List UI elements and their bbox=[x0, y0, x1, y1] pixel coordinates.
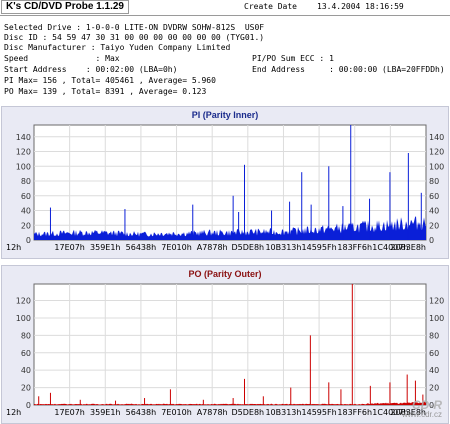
po-ytick-left: 120 bbox=[16, 297, 31, 306]
pi-ytick-right: 100 bbox=[429, 162, 444, 171]
po-xtick-label: 56438h bbox=[126, 408, 157, 417]
pi-plot-area bbox=[33, 124, 427, 241]
po-ytick-left: 60 bbox=[21, 349, 31, 358]
po-chart: 0 020 2040 4060 6080 80100 100120 12012h 17E07h 3… bbox=[6, 283, 444, 417]
pi-xtick-label: 56438h bbox=[126, 243, 157, 252]
pi-ytick-left: 60 bbox=[21, 192, 31, 201]
pi-ytick-right: 40 bbox=[429, 207, 439, 216]
disc-id: Disc ID : 54 59 47 30 31 00 00 00 00 00 … bbox=[4, 33, 265, 42]
pi-chart-title: PI (Parity Inner) bbox=[191, 110, 259, 120]
watermark-line2: www.cdr.cz bbox=[401, 410, 442, 419]
pi-xtick-label: 10B313h bbox=[265, 243, 301, 252]
po-ytick-left: 40 bbox=[21, 366, 31, 375]
pi-xtick-label: D5DE8h bbox=[232, 243, 265, 252]
end-address: End Address : 00:00:00 (LBA=20FFDDh) bbox=[252, 65, 445, 74]
pi-ytick-right: 140 bbox=[429, 133, 444, 142]
probe-window: K's CD/DVD Probe 1.1.29 Create Date 13.4… bbox=[0, 0, 450, 424]
create-date-label: Create Date bbox=[244, 2, 297, 11]
selected-drive: Selected Drive : 1-0-0-0 LITE-ON DVDRW S… bbox=[4, 23, 265, 32]
pi-chart: 0 0 20 20 40 40 60 60 80 80 100 100 120 120 140 140 12h 1… bbox=[6, 124, 444, 252]
pi-xtick-label: 2083E8h bbox=[390, 243, 426, 252]
po-ytick-left: 100 bbox=[16, 314, 31, 323]
disc-manufacturer: Disc Manufacturer : Taiyo Yuden Company … bbox=[4, 43, 231, 52]
pi-ytick-left: 120 bbox=[16, 148, 31, 157]
po-plot-area bbox=[33, 283, 427, 406]
po-xtick-label: D5DE8h bbox=[232, 408, 265, 417]
pipo-sum-ecc: PI/PO Sum ECC : 1 bbox=[252, 54, 334, 63]
po-chart-title: PO (Parity Outer) bbox=[188, 269, 262, 279]
po-chart-panel: 0 0 20 20 40 40 60 60 80 80 100 100 120 120 12h 17E07h 3… bbox=[1, 265, 449, 424]
po-xtick-label: 17E07h bbox=[54, 408, 84, 417]
pi-ytick-left: 80 bbox=[21, 177, 31, 186]
pi-xtick-label: 359E1h bbox=[90, 243, 120, 252]
po-xtick-label: 10B313h bbox=[265, 408, 301, 417]
pi-xtick-label: 183FF6h bbox=[337, 243, 372, 252]
po-xtick-label: A7878h bbox=[197, 408, 228, 417]
po-xtick-label: 7E010h bbox=[161, 408, 191, 417]
po-ytick-right: 120 bbox=[429, 297, 444, 306]
po-ytick-right: 40 bbox=[429, 366, 439, 375]
pi-ytick-right: 20 bbox=[429, 221, 439, 230]
pi-xtick-label: 17E07h bbox=[54, 243, 84, 252]
speed: Speed : Max bbox=[4, 54, 120, 63]
header-bar: K's CD/DVD Probe 1.1.29 Create Date 13.4… bbox=[0, 0, 450, 14]
po-ytick-right: 100 bbox=[429, 314, 444, 323]
pi-chart-panel: 0 0 20 20 40 40 60 60 80 80 100 100 120 120 140 140 12h 1… bbox=[1, 106, 449, 259]
po-ytick-left: 20 bbox=[21, 384, 31, 393]
pi-ytick-left: 0 bbox=[26, 236, 31, 245]
pi-ytick-left: 140 bbox=[16, 133, 31, 142]
pi-xtick-label: 14595Fh bbox=[302, 243, 337, 252]
pi-ytick-left: 20 bbox=[21, 221, 31, 230]
pi-xtick-label: 7E010h bbox=[161, 243, 191, 252]
pi-ytick-right: 60 bbox=[429, 192, 439, 201]
po-ytick-left: 0 bbox=[26, 401, 31, 410]
watermark-logo: CD-R www.cdr.cz bbox=[401, 398, 442, 419]
po-xtick-label: 12h bbox=[6, 408, 21, 417]
pi-ytick-left: 40 bbox=[21, 207, 31, 216]
po-ytick-right: 60 bbox=[429, 349, 439, 358]
pi-ytick-right: 0 bbox=[429, 236, 434, 245]
pi-xtick-label: A7878h bbox=[197, 243, 228, 252]
po-xtick-label: 359E1h bbox=[90, 408, 120, 417]
pi-ytick-right: 120 bbox=[429, 148, 444, 157]
watermark-line1: CD-R bbox=[412, 398, 442, 412]
po-xtick-label: 183FF6h bbox=[337, 408, 372, 417]
pi-ytick-left: 100 bbox=[16, 162, 31, 171]
po-ytick-right: 20 bbox=[429, 384, 439, 393]
po-xtick-label: 14595Fh bbox=[302, 408, 337, 417]
disc-info-panel: Selected Drive : 1-0-0-0 LITE-ON DVDRW S… bbox=[0, 15, 450, 106]
po-ytick-left: 80 bbox=[21, 331, 31, 340]
pi-xtick-label: 12h bbox=[6, 243, 21, 252]
start-address: Start Address : 00:02:00 (LBA=0h) bbox=[4, 65, 178, 74]
app-title: K's CD/DVD Probe 1.1.29 bbox=[1, 0, 129, 14]
create-date-value: 13.4.2004 18:16:59 bbox=[317, 2, 404, 11]
po-ytick-right: 80 bbox=[429, 331, 439, 340]
pi-ytick-right: 80 bbox=[429, 177, 439, 186]
po-stats: PO Max= 139 , Total= 8391 , Average= 0.1… bbox=[4, 87, 207, 96]
pi-stats: PI Max= 156 , Total= 405461 , Average= 5… bbox=[4, 76, 216, 85]
